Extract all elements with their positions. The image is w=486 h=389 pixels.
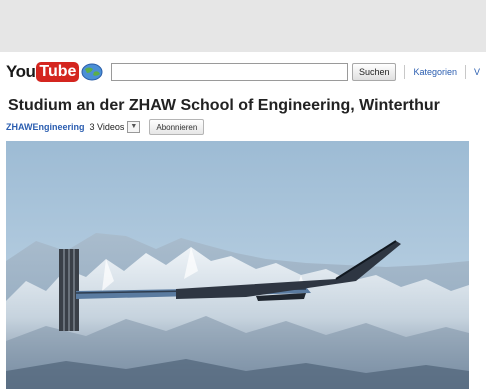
video-thumbnail (6, 141, 469, 389)
video-count: 3 Videos (89, 122, 125, 132)
video-title: Studium an der ZHAW School of Engineerin… (8, 97, 440, 114)
youtube-logo[interactable]: You Tube (6, 60, 103, 84)
video-player[interactable] (6, 141, 469, 389)
top-bar: You Tube Suchen Kategorien V (6, 58, 480, 86)
search-input[interactable] (111, 63, 348, 81)
subscribe-button[interactable]: Abonnieren (149, 119, 205, 135)
logo-tube-text: Tube (36, 62, 80, 82)
nav-divider (465, 65, 466, 79)
channel-row: ZHAWEngineering 3 Videos ▼ Abonnieren (6, 119, 205, 135)
logo-you-text: You (6, 62, 36, 81)
nav-divider (404, 65, 406, 79)
search-button[interactable]: Suchen (351, 63, 397, 81)
channel-link[interactable]: ZHAWEngineering (6, 122, 85, 132)
nav-videos-link[interactable]: V (474, 67, 480, 77)
globe-icon (81, 63, 103, 81)
youtube-page: You Tube Suchen Kategorien V Studium an … (0, 52, 486, 389)
chevron-down-icon[interactable]: ▼ (127, 121, 141, 133)
nav-categories-link[interactable]: Kategorien (413, 67, 457, 77)
